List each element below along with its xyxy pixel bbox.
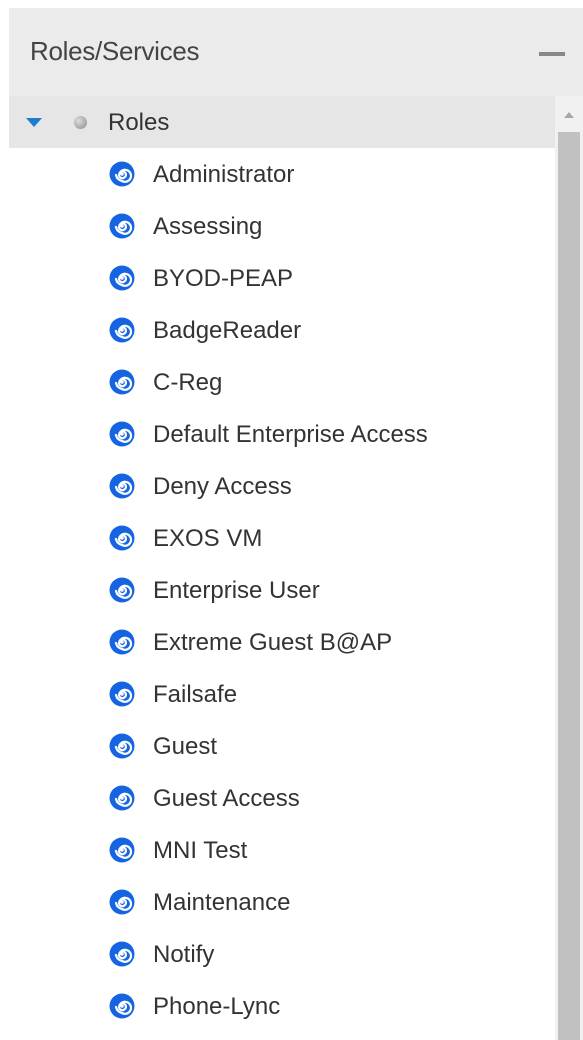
role-swirl-icon — [109, 629, 135, 655]
role-item[interactable]: Enterprise User — [9, 564, 555, 616]
role-label: BYOD-PEAP — [153, 265, 294, 292]
role-label: Maintenance — [153, 889, 291, 916]
vertical-scrollbar[interactable] — [555, 96, 583, 1040]
roles-tree: Roles Administrator Assessing BYOD-PEAP Bad… — [9, 96, 555, 1040]
role-swirl-icon — [109, 369, 135, 395]
role-label: Deny Access — [153, 473, 292, 500]
role-label: Notify — [153, 941, 215, 968]
gray-bullet-icon — [74, 116, 87, 129]
role-item[interactable]: Administrator — [9, 148, 555, 200]
role-item[interactable]: Extreme Guest B@AP — [9, 616, 555, 668]
role-label: Phone-Lync — [153, 993, 281, 1020]
panel-header: Roles/Services — [9, 8, 583, 96]
scrollbar-thumb[interactable] — [558, 132, 580, 1040]
role-label: Guest Access — [153, 785, 300, 812]
tree-root-label: Roles — [108, 109, 170, 136]
role-swirl-icon — [109, 681, 135, 707]
role-item[interactable]: Guest Access — [9, 772, 555, 824]
role-swirl-icon — [109, 213, 135, 239]
role-swirl-icon — [109, 941, 135, 967]
role-label: Failsafe — [153, 681, 238, 708]
role-label: Enterprise User — [153, 577, 320, 604]
role-swirl-icon — [109, 785, 135, 811]
role-item[interactable]: BYOD-PEAP — [9, 252, 555, 304]
collapse-panel-button[interactable] — [539, 52, 565, 56]
role-label: Extreme Guest B@AP — [153, 629, 393, 656]
role-label: EXOS VM — [153, 525, 263, 552]
role-label: Guest — [153, 733, 218, 760]
role-swirl-icon — [109, 473, 135, 499]
role-item[interactable]: Deny Access — [9, 460, 555, 512]
panel-title: Roles/Services — [30, 36, 200, 66]
role-item[interactable]: Assessing — [9, 200, 555, 252]
role-label: Administrator — [153, 161, 295, 188]
role-item[interactable]: MNI Test — [9, 824, 555, 876]
role-item[interactable]: C-Reg — [9, 356, 555, 408]
role-item[interactable]: BadgeReader — [9, 304, 555, 356]
role-swirl-icon — [109, 265, 135, 291]
role-swirl-icon — [109, 525, 135, 551]
role-label: MNI Test — [153, 837, 248, 864]
role-swirl-icon — [109, 733, 135, 759]
caret-down-icon[interactable] — [26, 118, 42, 127]
role-item[interactable]: Maintenance — [9, 876, 555, 928]
role-swirl-icon — [109, 577, 135, 603]
role-item[interactable]: EXOS VM — [9, 512, 555, 564]
role-swirl-icon — [109, 993, 135, 1019]
role-label: Default Enterprise Access — [153, 421, 428, 448]
scroll-up-arrow-icon[interactable] — [564, 112, 574, 118]
role-swirl-icon — [109, 889, 135, 915]
role-label: C-Reg — [153, 369, 223, 396]
role-swirl-icon — [109, 161, 135, 187]
tree-root-roles[interactable]: Roles — [9, 96, 555, 148]
role-item[interactable]: Guest — [9, 720, 555, 772]
role-swirl-icon — [109, 837, 135, 863]
role-label: BadgeReader — [153, 317, 302, 344]
role-swirl-icon — [109, 317, 135, 343]
role-item[interactable]: Failsafe — [9, 668, 555, 720]
role-item[interactable]: Default Enterprise Access — [9, 408, 555, 460]
role-item[interactable]: Notify — [9, 928, 555, 980]
role-item[interactable]: Phone-Lync — [9, 980, 555, 1032]
role-label: Assessing — [153, 213, 263, 240]
role-swirl-icon — [109, 421, 135, 447]
